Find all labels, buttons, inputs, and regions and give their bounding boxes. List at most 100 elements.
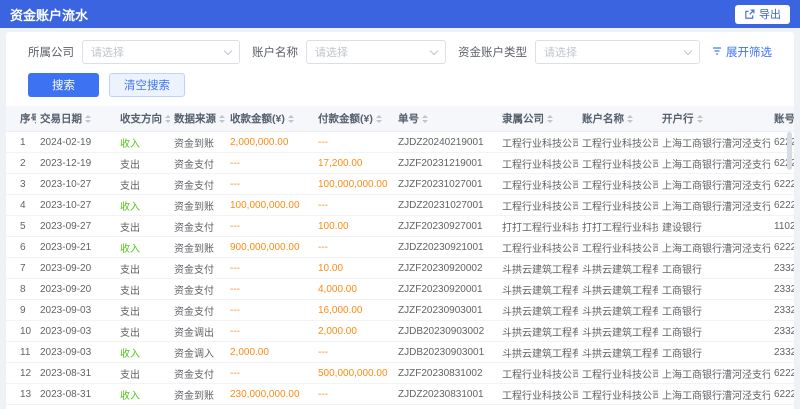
account-name-label: 账户名称 [252,44,298,60]
account-type-label: 资金账户类型 [458,44,527,60]
cell-date: 2023-08-31 [36,363,116,384]
cell-direction: 支出 [116,279,170,300]
cell-bank: 工商银行 [658,279,770,300]
column-label: 单号 [398,113,419,125]
account-name-select[interactable]: 请选择 [306,40,446,64]
column-header-7[interactable]: 隶属公司 [498,106,578,132]
table-row: 12024-02-19收入资金到账2,000,000.00---ZJDZ2024… [6,132,794,153]
column-header-8[interactable]: 账户名称 [578,106,658,132]
cell-source: 资金支付 [170,258,226,279]
cell-receipt: --- [226,363,314,384]
account-type-select[interactable]: 请选择 [535,40,700,64]
cell-payment: 41,334.00 [314,405,394,409]
cell-company: 斗拱云建筑工程有限公司 [498,342,578,363]
cell-source: 资金调出 [170,321,226,342]
column-header-1[interactable]: 交易日期 [36,106,116,132]
search-button[interactable]: 搜索 [28,73,99,97]
cell-company: 工程行业科技公司 [498,405,578,409]
vertical-scrollbar[interactable] [787,132,792,170]
page-title: 资金账户流水 [10,5,88,24]
company-select[interactable]: 请选择 [82,40,240,64]
account-type-placeholder: 请选择 [544,44,577,60]
cell-date: 2023-12-19 [36,153,116,174]
column-header-6[interactable]: 单号 [394,106,498,132]
cell-no: 7 [6,258,36,279]
column-header-5[interactable]: 付款金额(¥) [314,106,394,132]
cell-payment: --- [314,342,394,363]
cell-payment: 17,200.00 [314,153,394,174]
cell-company: 打打工程行业科技公司 [498,216,578,237]
cell-receipt: --- [226,174,314,195]
sort-icon[interactable] [219,112,225,126]
cell-date: 2023-08-31 [36,405,116,409]
sort-icon[interactable] [627,112,633,126]
cell-account_name: 工程行业科技公司 [578,405,658,409]
cell-receipt: --- [226,258,314,279]
cell-bank: 工商银行 [658,300,770,321]
sort-icon[interactable] [165,112,170,126]
cell-no: 8 [6,279,36,300]
cell-account_no: 23329499 [770,258,794,279]
cell-bank: 上海工商银行漕河泾支行 [658,363,770,384]
cell-account_no: 62223011 [770,237,794,258]
cell-order_no: ZJZF20231219001 [394,153,498,174]
cell-direction: 支出 [116,153,170,174]
table-row: 102023-09-03支出资金调出---2,000.00ZJDB2023090… [6,321,794,342]
page-header: 资金账户流水 导出 [0,0,800,28]
filter-group-account-name: 账户名称 请选择 [252,40,446,64]
cell-direction: 支出 [116,174,170,195]
column-header-2[interactable]: 收支方向 [116,106,170,132]
cell-company: 工程行业科技公司 [498,237,578,258]
column-label: 收款金额(¥) [230,113,285,125]
table-row: 82023-09-20支出资金支付---4,000.00ZJZF20230920… [6,279,794,300]
cell-company: 工程行业科技公司 [498,195,578,216]
cell-account_no: 62223011 [770,174,794,195]
cell-payment: 4,000.00 [314,279,394,300]
cell-company: 斗拱云建筑工程有限公司 [498,300,578,321]
cell-account_name: 工程行业科技公司 [578,153,658,174]
export-icon [744,9,755,20]
cell-account_name: 工程行业科技公司 [578,195,658,216]
cell-bank: 工商银行 [658,321,770,342]
sort-icon[interactable] [376,112,382,126]
cell-payment: --- [314,132,394,153]
sort-icon[interactable] [288,112,294,126]
cell-no: 5 [6,216,36,237]
column-label: 付款金额(¥) [318,113,373,125]
export-button[interactable]: 导出 [735,5,790,24]
cell-date: 2023-08-31 [36,384,116,405]
cell-order_no: ZJDZ20230831001 [394,384,498,405]
cell-bank: 建设银行 [658,216,770,237]
cell-company: 工程行业科技公司 [498,132,578,153]
table-body: 12024-02-19收入资金到账2,000,000.00---ZJDZ2024… [6,132,794,409]
column-label: 序号 [20,113,36,125]
column-header-9[interactable]: 开户行 [658,106,770,132]
filter-group-account-type: 资金账户类型 请选择 [458,40,700,64]
table-row: 32023-10-27支出资金支付---100,000,000.00ZJZF20… [6,174,794,195]
table-row: 92023-09-03支出资金支付---16,000.00ZJZF2023090… [6,300,794,321]
cell-payment: 100,000,000.00 [314,174,394,195]
clear-search-button[interactable]: 清空搜索 [109,73,185,97]
cell-order_no: ZJZF20230831001 [394,405,498,409]
sort-icon[interactable] [547,112,553,126]
cell-direction: 支出 [116,258,170,279]
column-header-10[interactable]: 账号 [770,106,794,132]
column-header-4[interactable]: 收款金额(¥) [226,106,314,132]
sort-icon[interactable] [85,112,91,126]
filter-icon [712,46,722,59]
sort-icon[interactable] [697,112,703,126]
cell-account_name: 斗拱云建筑工程有限公司 [578,342,658,363]
cell-account_name: 工程行业科技公司 [578,363,658,384]
cell-order_no: ZJDZ20230921001 [394,237,498,258]
expand-filter-link[interactable]: 展开筛选 [712,44,772,60]
column-header-3[interactable]: 数据来源 [170,106,226,132]
cell-account_name: 打打工程行业科技公司 [578,216,658,237]
cell-source: 资金到账 [170,384,226,405]
cell-account_no: 62223011 [770,195,794,216]
sort-icon[interactable] [422,112,428,126]
cell-receipt: --- [226,216,314,237]
cell-direction: 支出 [116,300,170,321]
column-label: 开户行 [662,113,694,125]
cell-no: 3 [6,174,36,195]
cell-bank: 上海工商银行漕河泾支行 [658,405,770,409]
